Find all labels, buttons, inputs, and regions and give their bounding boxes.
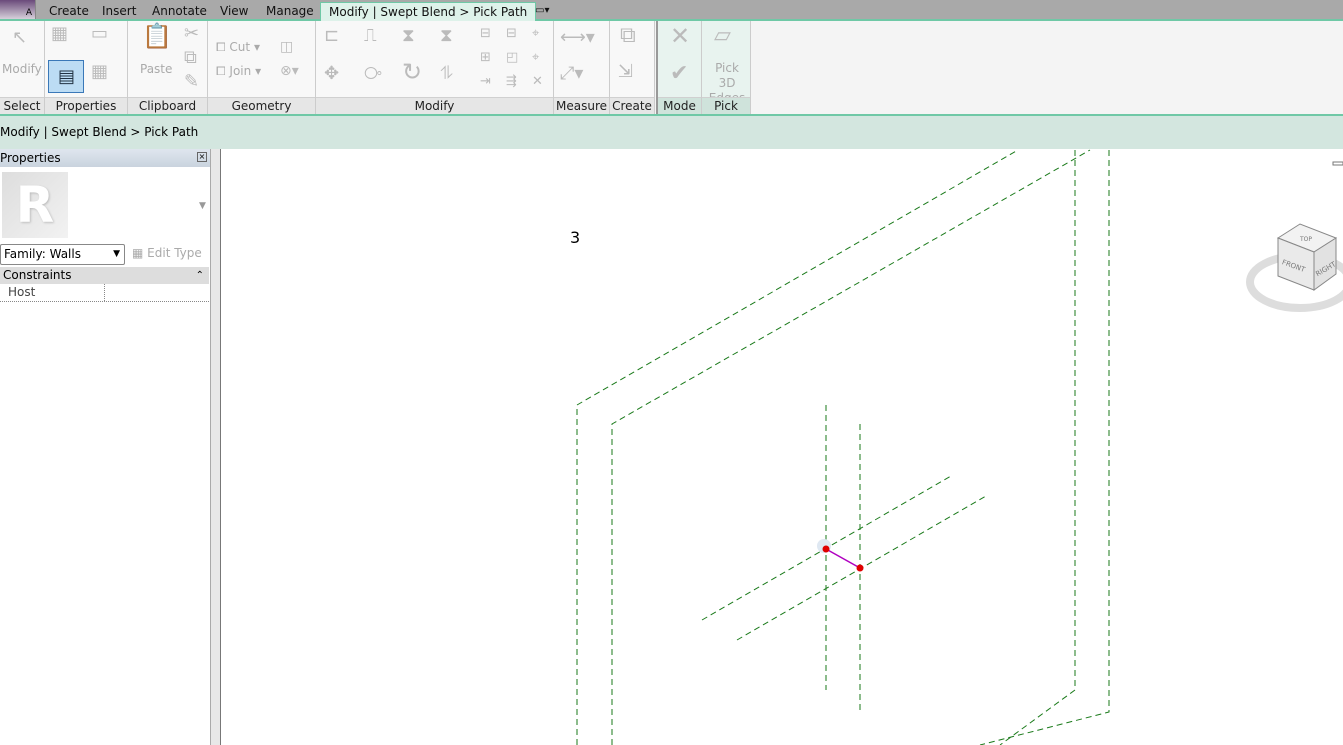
outer-frame-right-bottom [999, 150, 1076, 745]
inner-frame-right-bottom [979, 150, 1110, 745]
view-label: 3 [570, 228, 581, 247]
viewcube[interactable]: TOP FRONT RIGHT [1246, 161, 1343, 312]
viewcube-menu-icon[interactable] [1332, 161, 1343, 166]
path-endpoint-end[interactable] [856, 564, 864, 572]
picked-path-line[interactable] [825, 548, 861, 569]
outer-frame-left-top [576, 149, 1019, 745]
reference-lines [576, 149, 1110, 745]
path-endpoint-start[interactable] [822, 545, 830, 553]
drawing-canvas: TOP FRONT RIGHT [576, 149, 1343, 745]
viewcube-top-label: TOP [1299, 236, 1312, 243]
inner-frame-left-top [611, 149, 1091, 745]
